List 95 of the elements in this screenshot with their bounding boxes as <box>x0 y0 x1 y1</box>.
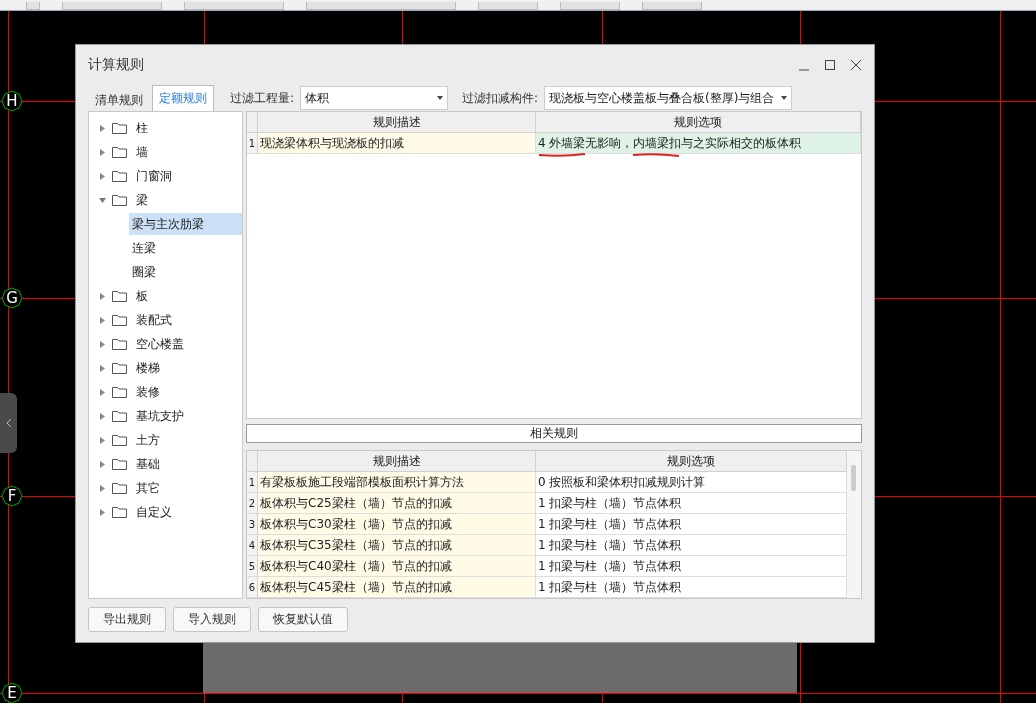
tree-item[interactable]: 连梁 <box>129 237 242 259</box>
filter-dropdown[interactable]: 体积 <box>300 86 449 110</box>
input-field[interactable] <box>306 2 456 10</box>
column-header: 规则描述 <box>258 112 536 133</box>
filter-label: 过滤工程量: <box>230 89 295 107</box>
tree-item[interactable]: 自定义 <box>133 501 175 523</box>
tree-item[interactable]: 其它 <box>133 477 163 499</box>
table-cell[interactable]: 1 扣梁与柱（墙）节点体积 <box>536 577 847 598</box>
tree-item[interactable]: 柱 <box>133 117 151 139</box>
tree-item[interactable]: 基坑支护 <box>133 405 187 427</box>
row-number: 1 <box>247 133 258 154</box>
folder-icon <box>112 122 127 134</box>
expand-right-icon[interactable] <box>99 508 106 516</box>
folder-icon <box>112 482 127 494</box>
expand-down-icon[interactable] <box>99 196 106 204</box>
tree-item[interactable]: 门窗洞 <box>133 165 175 187</box>
table-cell: 板体积与C25梁柱（墙）节点的扣减 <box>258 493 536 514</box>
filter-dropdown[interactable]: 现浇板与空心楼盖板与叠合板(整厚)与组合 <box>544 86 793 110</box>
tree-item[interactable]: 墙 <box>133 141 151 163</box>
input-field[interactable] <box>26 2 40 10</box>
table-cell[interactable]: 1 扣梁与柱（墙）节点体积 <box>536 493 847 514</box>
table-cell[interactable]: 1 扣梁与柱（墙）节点体积 <box>536 556 847 577</box>
table-cell: 有梁板板施工段端部模板面积计算方法 <box>258 472 536 493</box>
axis-label: H <box>1 90 23 112</box>
column-header: 规则选项 <box>536 112 861 133</box>
tree-item[interactable]: 土方 <box>133 429 163 451</box>
folder-icon <box>112 290 127 302</box>
action-button[interactable]: 恢复默认值 <box>258 607 348 632</box>
axis-label: F <box>1 485 23 507</box>
chevron-left-icon <box>5 418 12 428</box>
folder-icon <box>112 194 127 206</box>
tree-item[interactable]: 空心楼盖 <box>133 333 187 355</box>
column-header: 规则描述 <box>258 451 536 472</box>
folder-icon <box>112 506 127 518</box>
folder-icon <box>112 362 127 374</box>
folder-icon <box>112 434 127 446</box>
section-title: 相关规则 <box>246 424 862 443</box>
table-cell: 现浇梁体积与现浇板的扣减 <box>258 133 536 154</box>
tab[interactable]: 清单规则 <box>88 89 150 111</box>
expand-right-icon[interactable] <box>99 388 106 396</box>
table-cell[interactable]: 4 外墙梁无影响，内墙梁扣与之实际相交的板体积 <box>536 133 861 154</box>
folder-icon <box>112 458 127 470</box>
input-field[interactable] <box>184 2 284 10</box>
scrollbar[interactable] <box>847 451 861 598</box>
underline-mark <box>632 152 680 158</box>
column-header: 规则选项 <box>536 451 847 472</box>
window-title: 计算规则 <box>88 56 144 74</box>
row-number: 1 <box>247 472 258 493</box>
folder-icon <box>112 386 127 398</box>
folder-icon <box>112 410 127 422</box>
folder-icon <box>112 170 127 182</box>
expand-right-icon[interactable] <box>99 412 106 420</box>
input-field[interactable] <box>62 2 162 10</box>
table-cell: 板体积与C40梁柱（墙）节点的扣减 <box>258 556 536 577</box>
expand-right-icon[interactable] <box>99 148 106 156</box>
row-number: 6 <box>247 577 258 598</box>
tree-item[interactable]: 基础 <box>133 453 163 475</box>
tree-item[interactable]: 楼梯 <box>133 357 163 379</box>
axis-label: E <box>1 682 23 703</box>
folder-icon <box>112 338 127 350</box>
close-icon[interactable] <box>850 59 862 71</box>
tree-item[interactable]: 板 <box>133 285 151 307</box>
expand-right-icon[interactable] <box>99 364 106 372</box>
table-cell: 板体积与C30梁柱（墙）节点的扣减 <box>258 514 536 535</box>
table-cell: 板体积与C35梁柱（墙）节点的扣减 <box>258 535 536 556</box>
input-field[interactable] <box>560 2 620 10</box>
tree-item[interactable]: 圈梁 <box>129 261 242 283</box>
table-cell[interactable]: 1 扣梁与柱（墙）节点体积 <box>536 535 847 556</box>
tree-item[interactable]: 梁 <box>133 189 151 211</box>
expand-right-icon[interactable] <box>99 292 106 300</box>
tree-item[interactable]: 装修 <box>133 381 163 403</box>
action-button[interactable]: 导入规则 <box>173 607 251 632</box>
folder-icon <box>112 146 127 158</box>
filter-label: 过滤扣减构件: <box>462 89 539 107</box>
table-cell[interactable]: 0 按照板和梁体积扣减规则计算 <box>536 472 847 493</box>
expand-right-icon[interactable] <box>99 460 106 468</box>
folder-icon <box>112 314 127 326</box>
collapse-handle[interactable] <box>0 393 17 453</box>
axis-label: G <box>1 287 23 309</box>
expand-right-icon[interactable] <box>99 484 106 492</box>
tree-item[interactable]: 梁与主次肋梁 <box>129 213 242 235</box>
action-button[interactable]: 导出规则 <box>88 607 166 632</box>
expand-right-icon[interactable] <box>99 172 106 180</box>
tree-item[interactable]: 装配式 <box>133 309 175 331</box>
input-field[interactable] <box>478 2 538 10</box>
input-field[interactable] <box>642 2 702 10</box>
maximize-icon[interactable] <box>824 59 836 71</box>
expand-right-icon[interactable] <box>99 436 106 444</box>
expand-right-icon[interactable] <box>99 340 106 348</box>
tab[interactable]: 定额规则 <box>152 85 214 111</box>
table-cell: 板体积与C45梁柱（墙）节点的扣减 <box>258 577 536 598</box>
expand-right-icon[interactable] <box>99 124 106 132</box>
table-cell[interactable]: 1 扣梁与柱（墙）节点体积 <box>536 514 847 535</box>
expand-right-icon[interactable] <box>99 316 106 324</box>
underline-mark <box>538 152 586 158</box>
